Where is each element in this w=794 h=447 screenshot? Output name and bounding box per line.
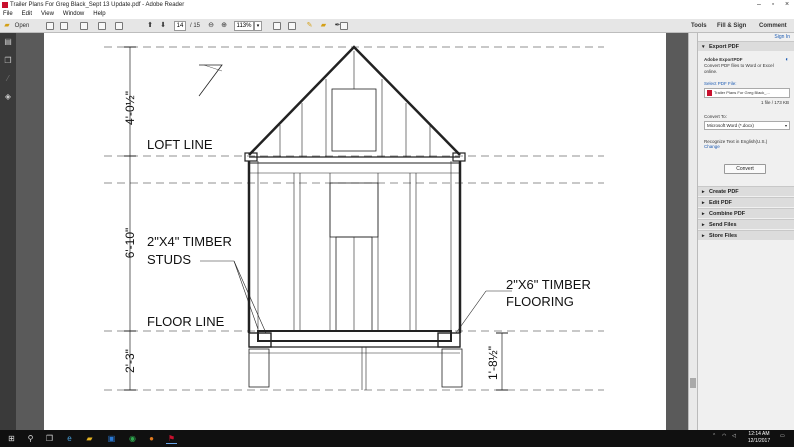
create-pdf-icon[interactable] xyxy=(46,22,54,30)
left-navigation-pane: ▤ ❐ ⁄ ◈ xyxy=(0,33,16,430)
prev-page-icon[interactable]: ⬆ xyxy=(146,21,154,31)
menu-file[interactable]: File xyxy=(3,11,13,17)
menu-window[interactable]: Window xyxy=(63,11,84,17)
convert-to-label: Convert To: xyxy=(704,114,727,119)
scroll-thumb[interactable] xyxy=(690,378,696,388)
menu-view[interactable]: View xyxy=(41,11,54,17)
open-folder-icon[interactable]: ▰ xyxy=(3,21,11,31)
select-file-label: Select PDF File: xyxy=(704,81,737,86)
edge-browser-icon[interactable]: e xyxy=(64,433,75,444)
flooring-label-line1: 2"X6" TIMBER xyxy=(506,277,591,292)
fit-page-icon[interactable] xyxy=(273,22,281,30)
file-explorer-icon[interactable]: ▰ xyxy=(84,433,95,444)
selected-file[interactable]: Trailer Plans For Greg Black_... xyxy=(704,88,790,98)
create-pdf-section[interactable]: ▸ Create PDF xyxy=(698,186,794,196)
tab-tools[interactable]: Tools xyxy=(691,19,707,33)
app-icon[interactable]: ● xyxy=(146,433,157,444)
volume-icon[interactable]: ◁ xyxy=(732,433,736,439)
menu-edit[interactable]: Edit xyxy=(22,11,32,17)
zoom-out-icon[interactable]: ⊖ xyxy=(207,21,215,31)
document-viewport: 4'-0½" 6'-10" 2'-3" 1'-8½" LOFT LINE FLO… xyxy=(16,33,688,430)
bookmarks-icon[interactable]: ❐ xyxy=(4,57,12,65)
collapsed-arrow-icon: ▸ xyxy=(702,222,705,228)
loft-line-label: LOFT LINE xyxy=(147,137,213,152)
tab-fill-sign[interactable]: Fill & Sign xyxy=(717,19,746,33)
minimize-icon[interactable]: – xyxy=(752,0,766,10)
search-icon[interactable]: ⚲ xyxy=(25,433,36,444)
print-icon[interactable] xyxy=(98,22,106,30)
collapsed-arrow-icon: ▸ xyxy=(702,200,705,206)
studs-label-line2: STUDS xyxy=(147,252,191,267)
combine-pdf-section[interactable]: ▸ Combine PDF xyxy=(698,208,794,218)
vertical-scrollbar[interactable] xyxy=(688,33,697,430)
windows-start-icon[interactable]: ⊞ xyxy=(6,433,17,444)
collapsed-arrow-icon: ▸ xyxy=(702,189,705,195)
chrome-icon[interactable]: ◉ xyxy=(127,433,138,444)
save-icon[interactable] xyxy=(80,22,88,30)
sign-in-link[interactable]: Sign In xyxy=(774,34,790,40)
adobe-reader-app-icon xyxy=(2,2,8,8)
edit-pdf-section[interactable]: ▸ Edit PDF xyxy=(698,197,794,207)
page-total: / 15 xyxy=(189,23,200,29)
floor-line-label: FLOOR LINE xyxy=(147,314,225,329)
layers-icon[interactable]: ◈ xyxy=(4,93,12,101)
open-button[interactable]: Open xyxy=(13,21,31,31)
dim-mid-label: 6'-10" xyxy=(123,228,137,259)
zoom-in-icon[interactable]: ⊕ xyxy=(220,21,228,31)
store-files-section[interactable]: ▸ Store Files xyxy=(698,230,794,240)
sticky-note-icon[interactable]: ▰ xyxy=(319,21,328,31)
edit-icon[interactable] xyxy=(60,22,68,30)
window-title: Trailer Plans For Greg Black_Sept 13 Upd… xyxy=(10,2,185,8)
change-link[interactable]: Change xyxy=(704,144,720,150)
system-clock[interactable]: 12:14 AM 12/1/2017 xyxy=(745,431,773,445)
close-icon[interactable]: × xyxy=(780,0,794,10)
collapsed-arrow-icon: ▸ xyxy=(702,233,705,239)
menu-bar: File Edit View Window Help xyxy=(0,10,794,19)
wifi-icon[interactable]: ◠ xyxy=(722,433,726,439)
maximize-icon[interactable]: ▫ xyxy=(766,0,780,10)
pdf-page: 4'-0½" 6'-10" 2'-3" 1'-8½" LOFT LINE FLO… xyxy=(44,33,666,430)
dim-top-label: 4'-0½" xyxy=(123,91,137,125)
notifications-icon[interactable]: ▭ xyxy=(780,433,785,439)
zoom-dropdown-icon[interactable]: ▾ xyxy=(254,21,262,31)
pdf-file-icon xyxy=(707,90,712,96)
dim-right-label: 1'-8½" xyxy=(486,346,500,380)
read-mode-icon[interactable] xyxy=(288,22,296,30)
tools-panel: Sign In ▾ Export PDF Adobe ExportPDF ◐ Co… xyxy=(697,33,794,430)
windows-taskbar: ⊞ ⚲ ❐ e ▰ ▣ ◉ ● ⚑ ⌃ ◠ ◁ 12:14 AM 12/1/201… xyxy=(0,430,794,447)
elevation-drawing: 4'-0½" 6'-10" 2'-3" 1'-8½" LOFT LINE FLO… xyxy=(104,45,604,391)
toolbar: ▰ Open ⬆ ⬇ 14 / 15 ⊖ ⊕ 113% ▾ ✎ ▰ ✒ xyxy=(0,19,794,33)
adobe-reader-taskbar-icon[interactable]: ⚑ xyxy=(166,433,177,444)
export-title: Adobe ExportPDF xyxy=(704,57,743,62)
flooring-label-line2: FLOORING xyxy=(506,294,574,309)
title-bar: Trailer Plans For Greg Black_Sept 13 Upd… xyxy=(0,0,794,10)
export-description: Convert PDF files to Word or Excel onlin… xyxy=(704,63,774,74)
dim-low-label: 2'-3" xyxy=(123,349,137,373)
tab-comment[interactable]: Comment xyxy=(759,19,787,33)
expanded-arrow-icon: ▾ xyxy=(702,44,705,50)
menu-help[interactable]: Help xyxy=(93,11,105,17)
studs-label-line1: 2"X4" TIMBER xyxy=(147,234,232,249)
file-count: 1 file / 173 KB xyxy=(760,100,789,105)
collapsed-arrow-icon: ▸ xyxy=(702,211,705,217)
task-view-icon[interactable]: ❐ xyxy=(44,433,55,444)
select-caret-icon: ▾ xyxy=(784,123,787,128)
next-page-icon[interactable]: ⬇ xyxy=(159,21,167,31)
convert-button[interactable]: Convert xyxy=(724,164,766,174)
page-number-input[interactable]: 14 xyxy=(174,21,186,31)
network-icon[interactable]: ⌃ xyxy=(712,433,716,439)
page-thumbnails-icon[interactable]: ▤ xyxy=(4,38,12,46)
attachments-icon[interactable]: ⁄ xyxy=(4,75,12,83)
send-files-section[interactable]: ▸ Send Files xyxy=(698,219,794,229)
email-icon[interactable] xyxy=(115,22,123,30)
select-tool-icon[interactable] xyxy=(340,22,348,30)
convert-to-select[interactable]: Microsoft Word (*.docx) ▾ xyxy=(704,121,790,130)
store-icon[interactable]: ▣ xyxy=(106,433,117,444)
comment-icon[interactable]: ✎ xyxy=(305,21,314,31)
zoom-level-input[interactable]: 113% xyxy=(234,21,254,31)
export-pdf-header[interactable]: ▾ Export PDF xyxy=(698,41,794,51)
